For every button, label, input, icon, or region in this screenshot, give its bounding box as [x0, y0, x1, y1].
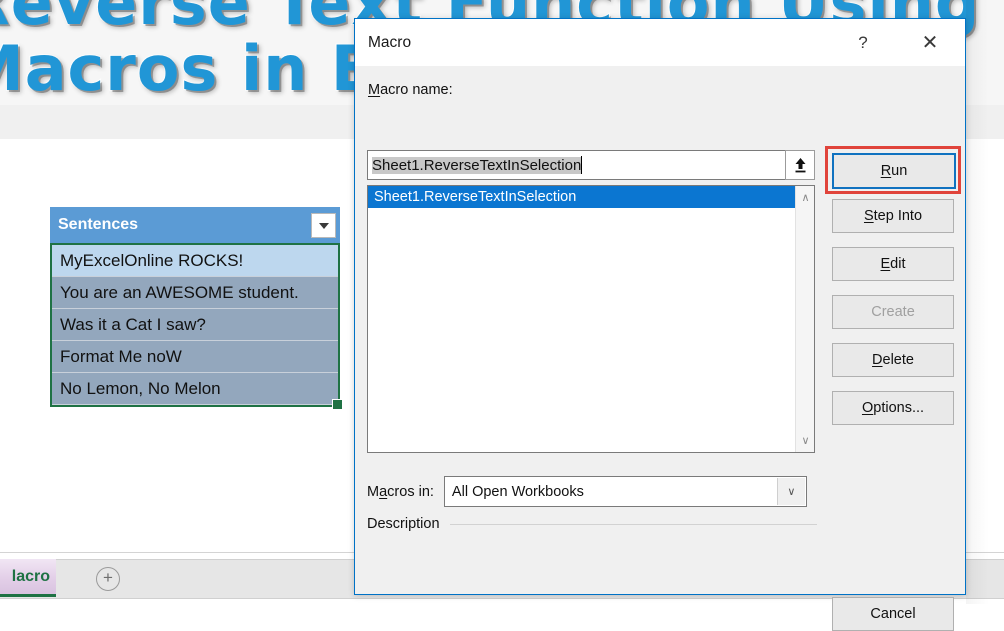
page-edge-shadow: [966, 0, 1004, 604]
chevron-down-icon[interactable]: ∨: [776, 478, 805, 505]
upload-arrow-icon[interactable]: [785, 150, 815, 180]
table-header-cell: Sentences: [50, 207, 340, 243]
dialog-body: Macro name: Sheet1.ReverseTextInSelectio…: [355, 66, 965, 631]
run-button[interactable]: Run: [832, 153, 956, 189]
macros-in-row: Macros in: All Open Workbooks ∨: [367, 476, 807, 507]
chevron-down-icon[interactable]: [311, 213, 336, 238]
sentences-table: Sentences MyExcelOnline ROCKS! You are a…: [50, 207, 343, 410]
edit-button[interactable]: Edit: [832, 247, 954, 281]
step-into-button[interactable]: Step Into: [832, 199, 954, 233]
macro-list-box[interactable]: Sheet1.ReverseTextInSelection ∧ ∨: [367, 185, 815, 453]
cancel-button[interactable]: Cancel: [832, 597, 954, 631]
create-button: Create: [832, 295, 954, 329]
add-sheet-icon[interactable]: +: [96, 567, 120, 591]
scroll-up-icon[interactable]: ∧: [796, 188, 815, 207]
description-label: Description: [367, 516, 440, 532]
sheet-tab-macro[interactable]: lacro: [0, 559, 56, 597]
table-row[interactable]: Was it a Cat I saw?: [52, 309, 338, 341]
close-icon[interactable]: ✕: [913, 29, 947, 57]
scroll-down-icon[interactable]: ∨: [796, 431, 815, 450]
help-icon[interactable]: ?: [847, 29, 879, 57]
macro-dialog: Macro ? ✕ Macro name: Sheet1.ReverseText…: [354, 18, 966, 631]
macros-in-select[interactable]: All Open Workbooks ∨: [443, 476, 807, 507]
text-caret: [581, 156, 583, 174]
list-scrollbar[interactable]: ∧ ∨: [795, 186, 814, 452]
dialog-title-bar: Macro ? ✕: [355, 19, 965, 66]
macros-in-value: All Open Workbooks: [451, 483, 584, 500]
macros-in-label: Macros in:: [367, 483, 434, 500]
description-section: Description: [367, 516, 817, 532]
dialog-title: Macro: [368, 34, 412, 51]
description-divider: [449, 523, 817, 525]
table-row[interactable]: No Lemon, No Melon: [52, 373, 338, 405]
options-button[interactable]: Options...: [832, 391, 954, 425]
macro-name-value: Sheet1.ReverseTextInSelection: [372, 156, 582, 174]
delete-button[interactable]: Delete: [832, 343, 954, 377]
macro-name-label: Macro name:: [368, 82, 453, 98]
table-row[interactable]: MyExcelOnline ROCKS!: [52, 245, 338, 277]
table-body: MyExcelOnline ROCKS! You are an AWESOME …: [50, 243, 343, 410]
table-row[interactable]: You are an AWESOME student.: [52, 277, 338, 309]
table-header-label: Sentences: [58, 216, 139, 233]
macro-name-input[interactable]: Sheet1.ReverseTextInSelection: [367, 150, 792, 180]
list-item[interactable]: Sheet1.ReverseTextInSelection: [368, 186, 814, 208]
selection-fill-handle[interactable]: [332, 399, 343, 410]
run-button-highlight: Run: [825, 146, 961, 194]
table-row[interactable]: Format Me noW: [52, 341, 338, 373]
